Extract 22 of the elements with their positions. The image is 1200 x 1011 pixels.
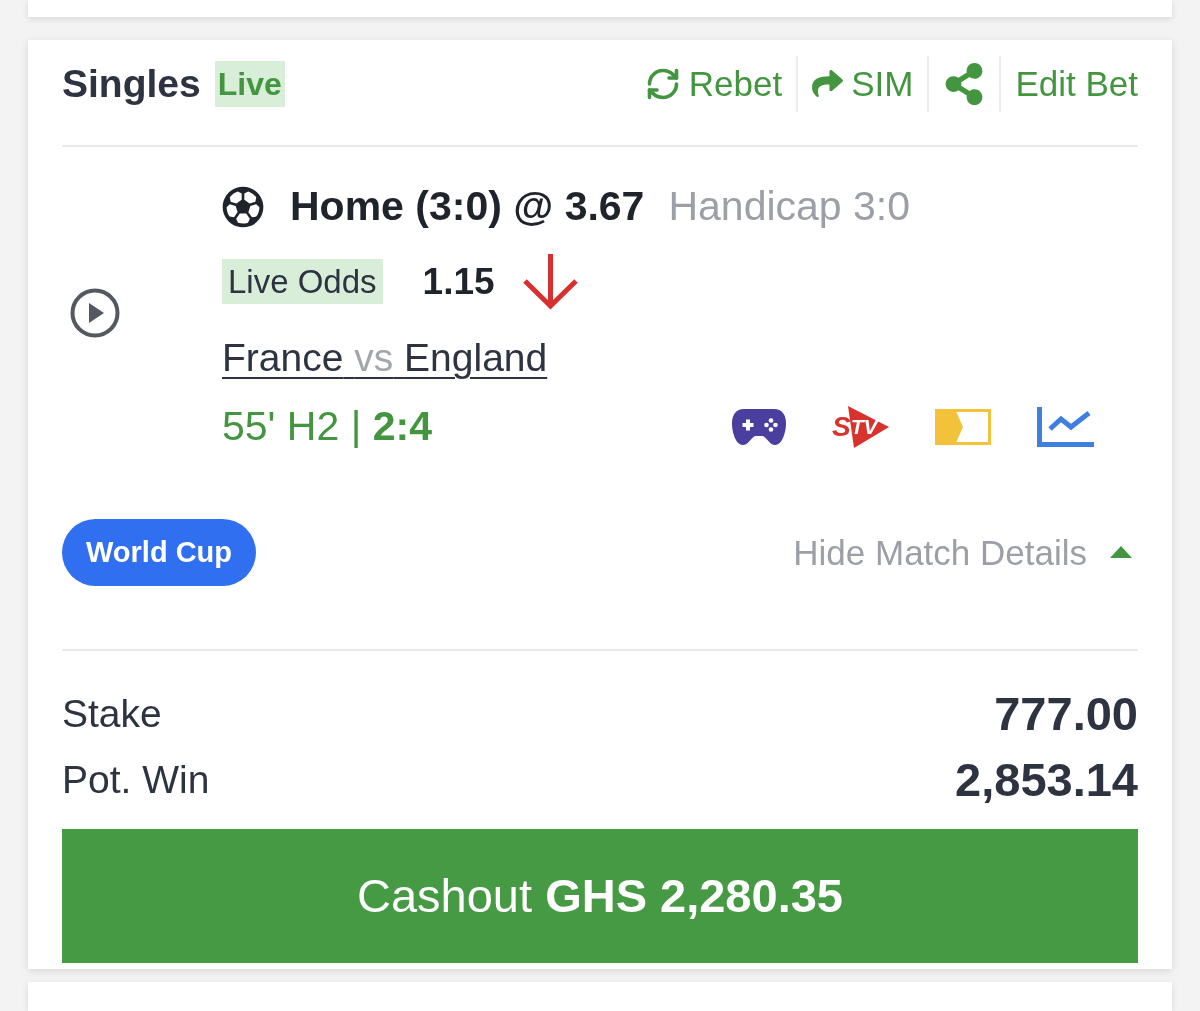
gamepad-icon[interactable] bbox=[732, 408, 786, 445]
market-name: Handicap 3:0 bbox=[668, 186, 911, 228]
edit-bet-button[interactable]: Edit Bet bbox=[1001, 66, 1138, 102]
hide-details-toggle[interactable]: Hide Match Details bbox=[793, 534, 1138, 570]
summary-label: Stake bbox=[62, 694, 162, 734]
odds-value: 1.15 bbox=[422, 263, 495, 301]
summary-value: 777.00 bbox=[994, 690, 1138, 738]
line-chart-icon[interactable] bbox=[1037, 406, 1094, 447]
match-status: 55' H2 | 2:4 bbox=[222, 406, 432, 448]
selection-pick: Home (3:0) @ 3.67 bbox=[290, 186, 645, 228]
live-badge: Live bbox=[214, 60, 285, 107]
bet-type-title: Singles bbox=[62, 64, 201, 104]
competition-tag[interactable]: World Cup bbox=[62, 518, 257, 586]
rebet-button[interactable]: Rebet bbox=[630, 65, 797, 102]
play-icon[interactable] bbox=[70, 288, 120, 339]
summary-value: 2,853.14 bbox=[955, 756, 1138, 804]
sim-button[interactable]: SIM bbox=[798, 66, 928, 102]
live-odds-label: Live Odds bbox=[222, 259, 383, 305]
match-link[interactable]: France vs England bbox=[222, 338, 548, 378]
cashout-button[interactable]: Cashout GHS 2,280.35 bbox=[62, 828, 1138, 963]
summary-label: Pot. Win bbox=[62, 760, 210, 800]
share-arrow-icon bbox=[812, 68, 844, 100]
